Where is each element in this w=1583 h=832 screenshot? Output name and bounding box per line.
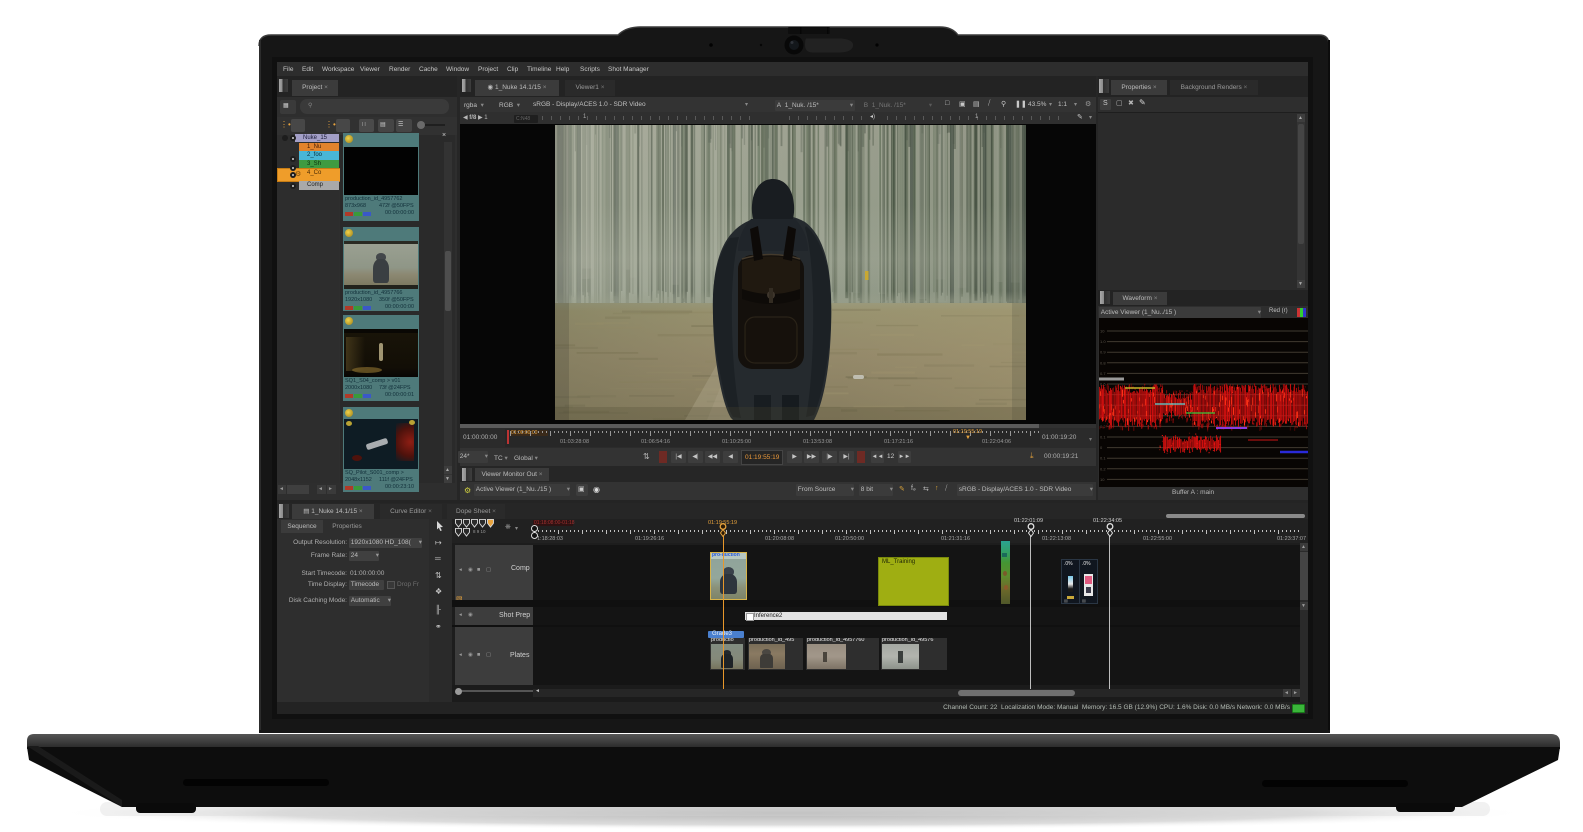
svg-text:0.1: 0.1: [1100, 435, 1106, 440]
svg-text:0.2: 0.2: [1100, 466, 1106, 471]
svg-text:10: 10: [1100, 329, 1105, 334]
svg-text:1.0: 1.0: [1100, 339, 1106, 344]
svg-text:0.8: 0.8: [1100, 360, 1106, 365]
svg-text:0.1: 0.1: [1100, 456, 1106, 461]
svg-text:0.9: 0.9: [1100, 350, 1106, 355]
svg-text:0.7: 0.7: [1100, 371, 1106, 376]
svg-text:10: 10: [1100, 477, 1105, 482]
